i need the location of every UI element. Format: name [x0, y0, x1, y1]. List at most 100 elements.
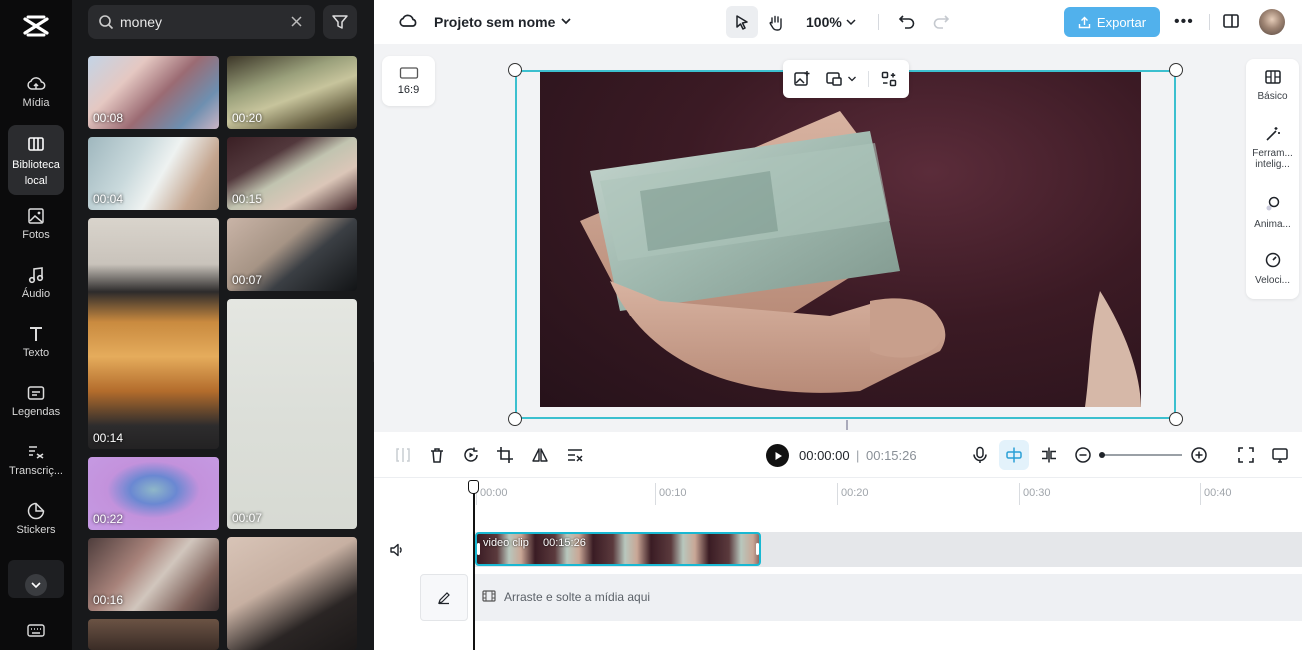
- rail-item-audio[interactable]: Áudio: [8, 265, 64, 307]
- cursor-icon: [734, 14, 750, 30]
- text-icon: [26, 324, 46, 344]
- flip-icon[interactable]: [531, 446, 549, 464]
- hand-tool-button[interactable]: [760, 6, 792, 38]
- rail-item-label: Fotos: [22, 229, 50, 241]
- rail-item-label: Biblioteca local: [12, 159, 60, 187]
- delete-icon[interactable]: [428, 446, 446, 464]
- media-thumbnail[interactable]: [88, 619, 219, 650]
- split-icon[interactable]: [394, 446, 412, 464]
- divider: [1209, 14, 1210, 30]
- video-clip[interactable]: video clip 00:15:26: [475, 532, 761, 566]
- chevron-down-icon[interactable]: [845, 17, 857, 27]
- split-clip-icon[interactable]: [1040, 446, 1058, 464]
- panel-item-basic[interactable]: Básico: [1246, 69, 1299, 102]
- playhead-handle[interactable]: [468, 480, 479, 494]
- redo-icon[interactable]: [932, 12, 950, 30]
- trim-handle-right[interactable]: [756, 543, 759, 555]
- media-thumbnail[interactable]: 00:07: [227, 218, 357, 291]
- panel-item-speed[interactable]: Veloci...: [1246, 251, 1299, 286]
- magnet-snap-button[interactable]: [999, 440, 1029, 470]
- media-thumbnail[interactable]: 00:15: [227, 137, 357, 210]
- keyboard-icon[interactable]: [26, 622, 46, 640]
- ruler-tick: 00:20: [837, 483, 869, 505]
- rail-item-photos[interactable]: Fotos: [8, 206, 64, 248]
- resize-handle[interactable]: [508, 412, 522, 426]
- media-thumbnail[interactable]: 00:16: [88, 538, 219, 611]
- more-icon[interactable]: •••: [1174, 14, 1194, 30]
- media-thumbnail[interactable]: 00:22: [88, 457, 219, 530]
- chevron-down-icon[interactable]: [847, 75, 857, 83]
- fullscreen-icon[interactable]: [1237, 446, 1255, 464]
- rail-item-local-library[interactable]: Biblioteca local: [8, 125, 64, 195]
- export-label: Exportar: [1096, 14, 1147, 30]
- volume-icon[interactable]: [389, 542, 405, 558]
- adjust-icon[interactable]: [566, 446, 584, 464]
- zoom-in-icon[interactable]: [1190, 446, 1208, 464]
- drop-hint: Arraste e solte a mídia aqui: [504, 590, 651, 604]
- resize-handle[interactable]: [508, 63, 522, 77]
- panel-item-label: Anima...: [1254, 219, 1291, 230]
- rail-item-media[interactable]: Mídia: [8, 74, 64, 116]
- duration-label: 00:07: [232, 273, 263, 287]
- zoom-level[interactable]: 100%: [806, 14, 842, 30]
- select-tool-button[interactable]: [726, 6, 758, 38]
- timeline-toolbar: 00:00:00 | 00:15:26: [374, 432, 1302, 478]
- arrange-icon[interactable]: [880, 70, 898, 88]
- timeline: 00:00 00:10 00:20 00:30 00:40 video clip…: [374, 478, 1302, 650]
- selection-frame[interactable]: [515, 70, 1176, 419]
- media-thumbnail[interactable]: [227, 537, 357, 650]
- loop-play-icon[interactable]: [462, 446, 480, 464]
- media-thumbnail[interactable]: 00:20: [227, 56, 357, 129]
- search-box[interactable]: [88, 5, 315, 39]
- search-input[interactable]: [120, 14, 270, 30]
- background-icon[interactable]: [825, 70, 843, 88]
- cloud-save-icon[interactable]: [398, 12, 418, 30]
- playhead-line[interactable]: [473, 486, 475, 650]
- panel-item-smart-tools[interactable]: Ferram... intelig...: [1246, 125, 1299, 170]
- undo-icon[interactable]: [898, 12, 916, 30]
- rail-item-transcript[interactable]: Transcriç...: [8, 442, 64, 484]
- media-thumbnail[interactable]: 00:07: [227, 299, 357, 529]
- replace-image-icon[interactable]: [793, 70, 811, 88]
- rail-more-button[interactable]: [8, 560, 64, 598]
- add-track-button[interactable]: [420, 574, 468, 621]
- export-button[interactable]: Exportar: [1064, 7, 1160, 37]
- clear-search-icon[interactable]: [290, 15, 303, 28]
- media-thumbnail[interactable]: 00:04: [88, 137, 219, 210]
- zoom-slider-thumb[interactable]: [1099, 452, 1105, 458]
- filter-button[interactable]: [323, 5, 357, 39]
- drop-zone-track[interactable]: Arraste e solte a mídia aqui: [474, 574, 1302, 621]
- microphone-icon[interactable]: [971, 446, 989, 464]
- rail-item-captions[interactable]: Legendas: [8, 383, 64, 425]
- rail-item-text[interactable]: Texto: [8, 324, 64, 366]
- rotate-handle[interactable]: [846, 420, 848, 430]
- avatar[interactable]: [1259, 9, 1285, 35]
- resize-handle[interactable]: [1169, 63, 1183, 77]
- chevron-down-icon[interactable]: [560, 16, 572, 26]
- play-button[interactable]: [766, 444, 789, 467]
- aspect-ratio-button[interactable]: 16:9: [382, 56, 435, 106]
- clip-duration: 00:15:26: [543, 537, 586, 549]
- media-thumbnail[interactable]: 00:14: [88, 218, 219, 449]
- rail-item-stickers[interactable]: Stickers: [8, 501, 64, 543]
- divider: [868, 71, 869, 87]
- resize-handle[interactable]: [1169, 412, 1183, 426]
- snap-icon: [1005, 446, 1023, 464]
- crop-icon[interactable]: [496, 446, 514, 464]
- divider: [878, 14, 879, 30]
- zoom-slider-track[interactable]: [1102, 454, 1182, 456]
- project-name[interactable]: Projeto sem nome: [434, 14, 555, 30]
- panel-item-animation[interactable]: Anima...: [1246, 195, 1299, 230]
- time-ruler[interactable]: 00:00 00:10 00:20 00:30 00:40: [473, 483, 1302, 505]
- zoom-out-icon[interactable]: [1074, 446, 1092, 464]
- time-separator: |: [856, 448, 860, 463]
- music-note-icon: [26, 265, 46, 285]
- trim-handle-left[interactable]: [477, 543, 480, 555]
- layout-panel-icon[interactable]: [1222, 12, 1240, 30]
- cloud-upload-icon: [26, 74, 46, 94]
- preview-monitor-icon[interactable]: [1271, 446, 1289, 464]
- speed-icon: [1246, 251, 1299, 269]
- media-thumbnail[interactable]: 00:08: [88, 56, 219, 129]
- app-root: Mídia Biblioteca local Fotos Áudio Texto…: [0, 0, 1302, 650]
- capcut-logo-icon[interactable]: [22, 13, 50, 39]
